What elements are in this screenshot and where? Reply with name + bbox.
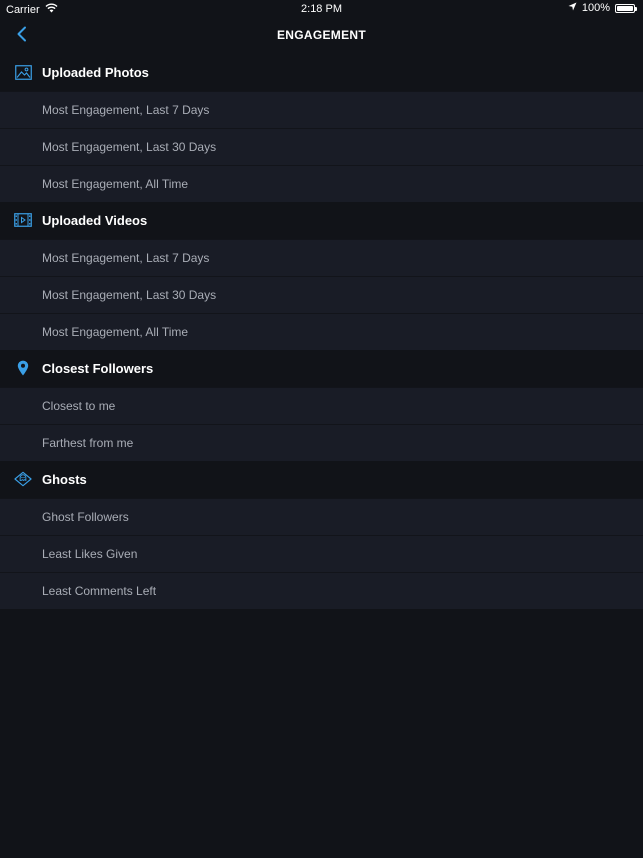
list-item-label: Closest to me: [42, 399, 116, 413]
section-title: Uploaded Videos: [42, 213, 148, 228]
video-icon: [14, 211, 32, 229]
list-item[interactable]: Most Engagement, Last 7 Days: [0, 239, 643, 276]
list-item[interactable]: Least Comments Left: [0, 572, 643, 609]
ghost-icon: [14, 470, 32, 488]
list-item-label: Least Comments Left: [42, 584, 157, 598]
list-item-label: Most Engagement, Last 30 Days: [42, 288, 217, 302]
list-item-label: Most Engagement, Last 7 Days: [42, 251, 210, 265]
battery-level: [617, 5, 633, 11]
list-item[interactable]: Least Likes Given: [0, 535, 643, 572]
location-arrow-icon: [568, 2, 577, 14]
list-item[interactable]: Most Engagement, All Time: [0, 165, 643, 202]
list-item[interactable]: Most Engagement, Last 30 Days: [0, 276, 643, 313]
list-item[interactable]: Ghost Followers: [0, 498, 643, 535]
section-title: Uploaded Photos: [42, 65, 149, 80]
list-item-label: Most Engagement, Last 7 Days: [42, 103, 210, 117]
list-item-label: Most Engagement, All Time: [42, 325, 189, 339]
list-item[interactable]: Most Engagement, Last 7 Days: [0, 91, 643, 128]
section-header-ghosts: Ghosts: [0, 461, 643, 498]
navigation-bar: ENGAGEMENT: [0, 18, 643, 54]
list-item-label: Farthest from me: [42, 436, 134, 450]
page-title: ENGAGEMENT: [276, 28, 366, 42]
list-item[interactable]: Closest to me: [0, 387, 643, 424]
list-item-label: Most Engagement, Last 30 Days: [42, 140, 217, 154]
location-pin-icon: [14, 359, 32, 377]
section-title: Closest Followers: [42, 361, 154, 376]
battery-percent: 100%: [581, 2, 610, 14]
photo-icon: [14, 63, 32, 81]
list-item[interactable]: Farthest from me: [0, 424, 643, 461]
section-header-closest-followers: Closest Followers: [0, 350, 643, 387]
status-time: 2:18 PM: [301, 3, 342, 15]
battery-icon: [615, 3, 637, 13]
list-item[interactable]: Most Engagement, Last 30 Days: [0, 128, 643, 165]
list-item-label: Ghost Followers: [42, 510, 129, 524]
section-header-uploaded-photos: Uploaded Photos: [0, 54, 643, 91]
list-item-label: Least Likes Given: [42, 547, 138, 561]
list-item-label: Most Engagement, All Time: [42, 177, 189, 191]
section-title: Ghosts: [42, 472, 87, 487]
engagement-list: Uploaded Photos Most Engagement, Last 7 …: [0, 54, 643, 609]
list-item[interactable]: Most Engagement, All Time: [0, 313, 643, 350]
status-bar: Carrier 2:18 PM 100%: [0, 0, 643, 18]
section-header-uploaded-videos: Uploaded Videos: [0, 202, 643, 239]
